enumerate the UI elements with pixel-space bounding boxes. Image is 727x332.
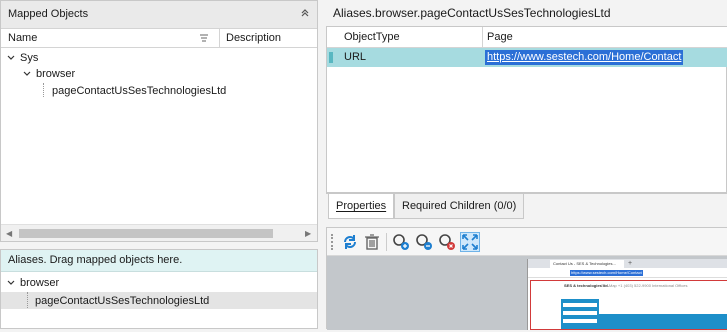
thumb-address-bar: https://www.sestech.com/Home/Contact xyxy=(528,268,727,278)
tree-item-label: pageContactUsSesTechnologiesLtd xyxy=(35,295,210,307)
chevron-down-icon[interactable] xyxy=(6,53,16,63)
fit-screen-icon[interactable] xyxy=(460,232,480,252)
column-header-page[interactable]: Page xyxy=(487,31,513,43)
scroll-right-icon[interactable]: ▶ xyxy=(305,229,311,238)
cell-object-type: URL xyxy=(344,51,367,63)
chevron-down-icon[interactable] xyxy=(22,69,32,79)
thumb-banner xyxy=(599,314,727,329)
table-row[interactable]: URL https://www.sestech.com/Home/Contact xyxy=(327,48,727,67)
trash-icon[interactable] xyxy=(362,232,382,252)
tree-item-browser[interactable]: browser xyxy=(1,66,317,82)
tree-item-label: browser xyxy=(36,68,76,80)
tab-bar: Properties Required Children (0/0) xyxy=(326,193,727,219)
refresh-icon[interactable] xyxy=(340,232,360,252)
thumb-tab: Contact Us - SES & Technologies... xyxy=(550,260,624,268)
column-divider[interactable] xyxy=(219,29,220,48)
zoom-in-icon[interactable] xyxy=(391,232,411,252)
row-indicator xyxy=(329,52,333,63)
mapped-objects-header: Mapped Objects xyxy=(1,1,317,29)
zoom-out-icon[interactable] xyxy=(414,232,434,252)
tab-properties[interactable]: Properties xyxy=(328,194,395,219)
chevron-down-icon[interactable] xyxy=(6,278,16,288)
alias-path-title: Aliases.browser.pageContactUsSesTechnolo… xyxy=(333,6,611,20)
tree-guide-line xyxy=(27,292,28,308)
tree-item-label: pageContactUsSesTechnologiesLtd xyxy=(52,85,227,97)
scrollbar-thumb[interactable] xyxy=(19,229,273,238)
tree-item-label: Sys xyxy=(20,52,39,64)
tree-item-page[interactable]: pageContactUsSesTechnologiesLtd xyxy=(1,83,317,99)
browser-thumbnail: Contact Us - SES & Technologies... + htt… xyxy=(527,259,727,330)
column-headers: Name Description xyxy=(1,29,317,48)
column-header-name[interactable]: Name xyxy=(8,32,37,44)
column-header-objecttype[interactable]: ObjectType xyxy=(344,31,400,43)
alias-item-browser[interactable]: browser xyxy=(1,275,317,291)
new-tab-icon: + xyxy=(628,260,633,267)
thumb-url: https://www.sestech.com/Home/Contact xyxy=(570,270,643,276)
toolbar-separator xyxy=(386,233,387,251)
aliases-header: Aliases. Drag mapped objects here. xyxy=(1,250,317,272)
thumb-highlight-frame: SES & technologies ltd. Site Map +1 (403… xyxy=(530,280,727,330)
aliases-panel: Aliases. Drag mapped objects here. brows… xyxy=(0,249,318,329)
cell-page-url[interactable]: https://www.sestech.com/Home/Contact xyxy=(485,50,684,65)
thumb-contact: Site Map +1 (403) 522-9900 International… xyxy=(601,283,688,288)
properties-table: ObjectType Page URL https://www.sestech.… xyxy=(326,26,727,193)
preview-toolbar xyxy=(327,228,727,256)
preview-panel: Contact Us - SES & Technologies... + htt… xyxy=(326,227,727,330)
table-header: ObjectType Page xyxy=(327,27,727,48)
column-divider[interactable] xyxy=(482,27,483,48)
aliases-hint: Aliases. Drag mapped objects here. xyxy=(8,254,183,266)
ses-logo xyxy=(561,299,599,329)
thumb-tabbar: Contact Us - SES & Technologies... + xyxy=(528,259,727,268)
panel-title: Mapped Objects xyxy=(8,8,89,20)
zoom-remove-icon[interactable] xyxy=(437,232,457,252)
tab-required-children[interactable]: Required Children (0/0) xyxy=(394,194,525,219)
sort-icon[interactable] xyxy=(199,33,209,43)
alias-item-page[interactable]: pageContactUsSesTechnologiesLtd xyxy=(1,292,317,309)
horizontal-scrollbar[interactable]: ◀ ▶ xyxy=(1,224,317,241)
tree-item-label: browser xyxy=(20,277,60,289)
toolbar-grip[interactable] xyxy=(331,234,334,250)
scroll-left-icon[interactable]: ◀ xyxy=(6,229,12,238)
screenshot-preview[interactable]: Contact Us - SES & Technologies... + htt… xyxy=(327,256,727,330)
column-header-description[interactable]: Description xyxy=(226,32,281,44)
mapped-objects-panel: Mapped Objects Name Description Sys brow… xyxy=(0,0,318,242)
collapse-icon[interactable] xyxy=(298,7,312,21)
tree-item-sys[interactable]: Sys xyxy=(1,50,317,66)
